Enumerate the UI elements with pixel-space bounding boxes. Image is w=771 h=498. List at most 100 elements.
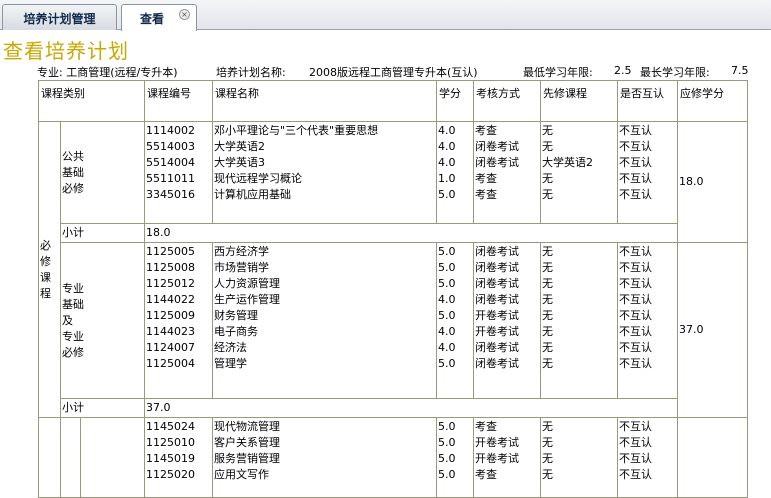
table-row: 必修课程 公共 基础 必修 1114002 5514003 5514004 5511011… bbox=[38, 121, 748, 418]
list-item: 不互认 bbox=[619, 452, 652, 465]
list-item: 应用文写作 bbox=[214, 468, 269, 481]
list-item: 无 bbox=[542, 245, 553, 258]
list-item: 生产运作管理 bbox=[214, 293, 280, 306]
list-item: 无 bbox=[542, 452, 553, 465]
list-item: 5514003 bbox=[146, 140, 195, 153]
section-label-empty bbox=[80, 417, 145, 498]
subtotal-label: 小计 bbox=[60, 223, 145, 243]
list-item: 无 bbox=[542, 277, 553, 290]
list-item: 5514004 bbox=[146, 156, 195, 169]
list-item: 不互认 bbox=[619, 188, 652, 201]
names-cell: 西方经济学 市场营销学 人力资源管理 生产运作管理 财务管理 电子商务 经济法 管理学 bbox=[212, 242, 437, 399]
list-item: 1125020 bbox=[146, 468, 195, 481]
tab-view[interactable]: 查看 × bbox=[121, 4, 197, 31]
list-item: 不互认 bbox=[619, 341, 652, 354]
list-item: 人力资源管理 bbox=[214, 277, 280, 290]
required-credits: 18.0 bbox=[677, 121, 748, 243]
list-item: 计算机应用基础 bbox=[214, 188, 291, 201]
col-credit: 学分 bbox=[436, 80, 474, 122]
list-item: 1145019 bbox=[146, 452, 195, 465]
list-item: 无 bbox=[542, 420, 553, 433]
close-icon[interactable]: × bbox=[179, 9, 190, 20]
plan-table: 课程类别 课程编号 课程名称 学分 考核方式 先修课程 是否互认 应修学分 必修… bbox=[38, 80, 748, 498]
list-item: 开卷考试 bbox=[475, 325, 519, 338]
list-item: 不互认 bbox=[619, 468, 652, 481]
codes-cell: 1114002 5514003 5514004 5511011 3345016 bbox=[144, 121, 213, 224]
list-item: 不互认 bbox=[619, 261, 652, 274]
list-item: 1124007 bbox=[146, 341, 195, 354]
list-item: 闭卷考试 bbox=[475, 245, 519, 258]
list-item: 考查 bbox=[475, 468, 497, 481]
list-item: 1125008 bbox=[146, 261, 195, 274]
list-item: 考查 bbox=[475, 172, 497, 185]
col-category: 课程类别 bbox=[38, 80, 145, 122]
list-item: 市场营销学 bbox=[214, 261, 269, 274]
list-item: 不互认 bbox=[619, 156, 652, 169]
list-item: 4.0 bbox=[438, 124, 456, 137]
credits-cell: 5.0 5.0 5.0 5.0 bbox=[436, 417, 474, 498]
exams-cell: 闭卷考试 闭卷考试 闭卷考试 闭卷考试 开卷考试 开卷考试 闭卷考试 闭卷考试 bbox=[473, 242, 541, 399]
list-item: 开卷考试 bbox=[475, 309, 519, 322]
prereqs-cell: 无无大学英语2 无无 bbox=[540, 121, 618, 224]
list-item: 无 bbox=[542, 436, 553, 449]
plan-name-label: 培养计划名称: bbox=[216, 66, 286, 79]
exams-cell: 考查 闭卷考试 闭卷考试 考查 考查 bbox=[473, 121, 541, 224]
list-item: 不互认 bbox=[619, 172, 652, 185]
list-item: 无 bbox=[542, 293, 553, 306]
codes-cell: 1125005 1125008 1125012 1144022 1125009 11440… bbox=[144, 242, 213, 399]
plan-name-value: 2008版远程工商管理专升本(互认) bbox=[309, 66, 478, 79]
list-item: 5511011 bbox=[146, 172, 195, 185]
list-item: 无 bbox=[542, 357, 553, 370]
exams-cell: 考查 开卷考试 开卷考试 考查 bbox=[473, 417, 541, 498]
list-item: 5.0 bbox=[438, 261, 456, 274]
label-line: 公共 bbox=[62, 149, 84, 163]
list-item: 现代物流管理 bbox=[214, 420, 280, 433]
label-line: 专业 bbox=[62, 329, 84, 343]
list-item: 5.0 bbox=[438, 188, 456, 201]
section-label: 专业 基础及专业 必修 bbox=[60, 242, 145, 399]
list-item: 无 bbox=[542, 124, 553, 137]
list-item: 5.0 bbox=[438, 436, 456, 449]
list-item: 开卷考试 bbox=[475, 452, 519, 465]
list-item: 1144022 bbox=[146, 293, 195, 306]
group-label: 必修课程 bbox=[38, 121, 61, 418]
group-label-empty bbox=[38, 417, 61, 498]
names-cell: 邓小平理论与"三个代表"重要思想 大学英语2 大学英语3 现代远程学习概论 计算机应用基… bbox=[212, 121, 437, 224]
list-item: 闭卷考试 bbox=[475, 293, 519, 306]
list-item: 不互认 bbox=[619, 124, 652, 137]
max-years-value: 7.5 bbox=[731, 64, 749, 77]
list-item: 闭卷考试 bbox=[475, 277, 519, 290]
list-item: 4.0 bbox=[438, 140, 456, 153]
list-item: 5.0 bbox=[438, 420, 456, 433]
list-item: 1125005 bbox=[146, 245, 195, 258]
list-item: 4.0 bbox=[438, 293, 456, 306]
col-exam: 考核方式 bbox=[473, 80, 541, 122]
list-item: 1125010 bbox=[146, 436, 195, 449]
list-item: 不互认 bbox=[619, 436, 652, 449]
list-item: 管理学 bbox=[214, 357, 247, 370]
label-line: 课 bbox=[40, 270, 51, 284]
prereqs-cell: 无无无无 bbox=[540, 417, 618, 498]
header-row: 课程类别 课程编号 课程名称 学分 考核方式 先修课程 是否互认 应修学分 bbox=[38, 80, 748, 122]
page-title: 查看培养计划 bbox=[3, 39, 129, 63]
major-label: 专业: 工商管理(远程/专升本) bbox=[37, 66, 178, 79]
list-item: 1125012 bbox=[146, 277, 195, 290]
list-item: 邓小平理论与"三个代表"重要思想 bbox=[214, 124, 379, 137]
list-item: 不互认 bbox=[619, 277, 652, 290]
list-item: 闭卷考试 bbox=[475, 261, 519, 274]
list-item: 无 bbox=[542, 261, 553, 274]
subtotal-value: 37.0 bbox=[144, 398, 678, 418]
list-item: 无 bbox=[542, 468, 553, 481]
min-years-label: 最低学习年限: bbox=[523, 66, 593, 79]
list-item: 5.0 bbox=[438, 357, 456, 370]
required-credits bbox=[677, 417, 748, 498]
list-item: 现代远程学习概论 bbox=[214, 172, 302, 185]
table-row: 专业 基础及专业 必修 1125005 1125008 1125012 1144022 11… bbox=[39, 242, 748, 418]
codes-cell: 1145024 1125010 1145019 1125020 bbox=[144, 417, 213, 498]
col-name: 课程名称 bbox=[212, 80, 437, 122]
subtotal-row: 小计 18.0 bbox=[39, 223, 748, 243]
col-prereq: 先修课程 bbox=[540, 80, 618, 122]
list-item: 1144023 bbox=[146, 325, 195, 338]
tab-plan-management[interactable]: 培养计划管理 bbox=[2, 4, 117, 30]
prereqs-cell: 无无无无无无无无 bbox=[540, 242, 618, 399]
